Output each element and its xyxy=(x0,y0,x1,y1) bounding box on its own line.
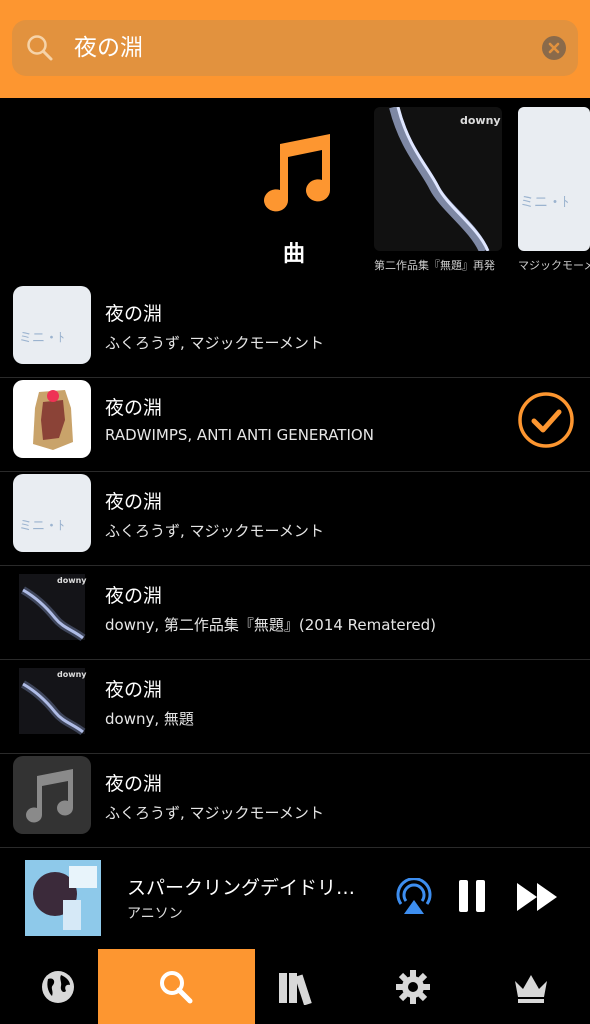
song-title: 夜の淵 xyxy=(105,397,163,419)
album-caption: 第二作品集『無題』再発 xyxy=(374,259,495,272)
song-row[interactable]: downy 夜の淵 downy, 第二作品集『無題』(2014 Rematered) xyxy=(0,566,590,660)
song-row[interactable]: ミニ・ﾄ 夜の淵ふくろうず, マジックモーメント xyxy=(0,472,590,566)
song-subtitle: ふくろうず, マジックモーメント xyxy=(105,804,324,822)
svg-text:downy: downy xyxy=(57,576,87,585)
svg-text:ミニ・ﾄ: ミニ・ﾄ xyxy=(19,519,65,534)
song-artwork xyxy=(13,380,91,458)
crown-icon xyxy=(515,975,547,1003)
search-input[interactable]: 夜の淵 xyxy=(74,33,143,63)
tab-settings[interactable] xyxy=(373,949,491,1024)
tab-search[interactable] xyxy=(98,949,255,1024)
search-icon xyxy=(160,971,193,1004)
pause-icon[interactable] xyxy=(457,878,487,914)
tab-library[interactable] xyxy=(255,949,373,1024)
song-artwork xyxy=(13,756,91,834)
tab-premium[interactable] xyxy=(491,949,590,1024)
song-subtitle: downy, 第二作品集『無題』(2014 Rematered) xyxy=(105,616,437,634)
globe-icon xyxy=(42,971,74,1003)
song-row[interactable]: downy 夜の淵 downy, 無題 xyxy=(0,660,590,754)
song-artwork: ミニ・ﾄ xyxy=(13,286,91,364)
now-playing-bar[interactable]: スパークリングデイドリ… アニソン xyxy=(0,849,590,947)
album-art: ミニ・ﾄ xyxy=(518,107,590,251)
music-note-icon xyxy=(264,134,331,212)
song-title: 夜の淵 xyxy=(105,491,163,513)
svg-text:ミニ・ﾄ: ミニ・ﾄ xyxy=(19,331,65,346)
now-playing-subtitle: アニソン xyxy=(127,906,183,922)
song-list: ミニ・ﾄ 夜の淵 ふくろうず, マジックモーメント 夜の淵 RADWIMPS, ANTI… xyxy=(0,284,590,848)
album-art: downy xyxy=(374,107,502,251)
album-card[interactable]: downy 第二作品集『無題』再発 xyxy=(374,107,502,273)
song-subtitle: downy, 無題 xyxy=(105,710,194,728)
library-icon xyxy=(279,973,312,1005)
song-artwork: ミニ・ﾄ xyxy=(13,474,91,552)
svg-text:downy: downy xyxy=(460,114,501,127)
now-playing-title: スパークリングデイドリ… xyxy=(127,877,356,899)
tab-bar xyxy=(0,949,590,1024)
checkmark-icon[interactable] xyxy=(518,392,574,448)
song-title: 夜の淵 xyxy=(105,773,163,795)
song-row[interactable]: ミニ・ﾄ 夜の淵ふくろうず, マジックモーメント xyxy=(0,284,590,378)
clear-search-button[interactable] xyxy=(542,36,566,60)
song-title: 夜の淵 xyxy=(105,679,163,701)
search-field[interactable]: 夜の淵 xyxy=(12,20,578,76)
song-artwork: downy xyxy=(13,568,91,646)
fast-forward-icon[interactable] xyxy=(515,880,559,914)
svg-text:downy: downy xyxy=(57,670,87,679)
close-icon xyxy=(548,42,560,54)
song-title: 夜の淵 xyxy=(105,303,163,325)
album-card[interactable]: ミニ・ﾄ マジックモーメント xyxy=(518,107,590,273)
song-subtitle: ふくろうず, マジックモーメント xyxy=(105,522,324,540)
songs-category[interactable]: 曲 xyxy=(250,128,338,268)
song-row[interactable]: 夜の淵ふくろうず, マジックモーメント xyxy=(0,754,590,848)
search-icon xyxy=(27,35,53,61)
song-title: 夜の淵 xyxy=(105,585,163,607)
airplay-icon[interactable] xyxy=(395,878,433,916)
song-subtitle: ふくろうず, マジックモーメント xyxy=(105,334,324,352)
album-caption: マジックモーメント xyxy=(518,259,590,272)
song-row[interactable]: 夜の淵 RADWIMPS, ANTI ANTI GENERATION xyxy=(0,378,590,472)
gear-icon xyxy=(396,970,430,1004)
song-artwork: downy xyxy=(13,662,91,740)
category-label: 曲 xyxy=(282,242,305,267)
svg-text:ミニ・ﾄ: ミニ・ﾄ xyxy=(520,195,569,211)
now-playing-art xyxy=(25,860,101,936)
header-bar: 夜の淵 xyxy=(0,0,590,98)
song-subtitle: RADWIMPS, ANTI ANTI GENERATION xyxy=(105,426,374,444)
